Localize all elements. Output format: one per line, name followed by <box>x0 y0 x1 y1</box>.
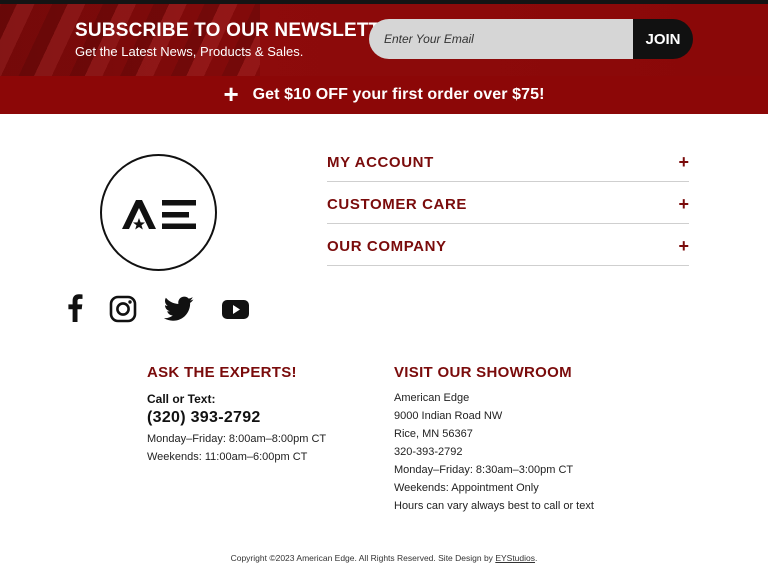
showroom-weekend-hours: Weekends: Appointment Only <box>394 482 539 494</box>
promo-bar[interactable]: + Get $10 OFF your first order over $75! <box>0 76 768 114</box>
accordion-label: MY ACCOUNT <box>327 154 434 171</box>
youtube-icon[interactable] <box>222 300 249 324</box>
copyright-text: Copyright ©2023 American Edge. All Right… <box>230 553 496 563</box>
showroom-city: Rice, MN 56367 <box>394 428 473 440</box>
plus-icon: + <box>678 236 689 256</box>
showroom-weekday-hours: Monday–Friday: 8:30am–3:00pm CT <box>394 464 574 476</box>
designer-link[interactable]: EYStudios <box>495 553 535 563</box>
newsletter-title: SUBSCRIBE TO OUR NEWSLETTER <box>75 20 408 41</box>
showroom-phone[interactable]: 320-393-2792 <box>394 446 463 458</box>
copyright-end: . <box>535 553 538 563</box>
copyright: Copyright ©2023 American Edge. All Right… <box>0 553 768 563</box>
plus-icon: + <box>223 79 239 109</box>
instagram-icon[interactable] <box>109 295 137 328</box>
newsletter-banner: SUBSCRIBE TO OUR NEWSLETTER Get the Late… <box>0 4 768 76</box>
newsletter-subtitle: Get the Latest News, Products & Sales. <box>75 44 304 59</box>
showroom-note: Hours can vary always best to call or te… <box>394 500 594 512</box>
experts-weekend-hours: Weekends: 11:00am–6:00pm CT <box>147 451 308 463</box>
experts-heading: ASK THE EXPERTS! <box>147 364 297 381</box>
experts-weekday-hours: Monday–Friday: 8:00am–8:00pm CT <box>147 433 327 445</box>
accordion-my-account[interactable]: MY ACCOUNT + <box>327 140 689 182</box>
accordion-our-company[interactable]: OUR COMPANY + <box>327 224 689 266</box>
accordion-label: OUR COMPANY <box>327 238 447 255</box>
accordion-label: CUSTOMER CARE <box>327 196 468 213</box>
footer-accordion: MY ACCOUNT + CUSTOMER CARE + OUR COMPANY… <box>327 140 689 266</box>
join-button[interactable]: JOIN <box>633 19 693 59</box>
phone-link[interactable]: (320) 393-2792 <box>147 409 261 427</box>
newsletter-form: JOIN <box>369 19 693 59</box>
twitter-icon[interactable] <box>163 296 194 327</box>
plus-icon: + <box>678 194 689 214</box>
showroom-name: American Edge <box>394 392 470 404</box>
promo-text: Get $10 OFF your first order over $75! <box>252 86 545 103</box>
showroom-street: 9000 Indian Road NW <box>394 410 503 422</box>
accordion-customer-care[interactable]: CUSTOMER CARE + <box>327 182 689 224</box>
email-input[interactable] <box>369 19 633 59</box>
plus-icon: + <box>678 152 689 172</box>
logo-mark-icon <box>122 200 196 230</box>
call-label: Call or Text: <box>147 392 216 406</box>
facebook-icon[interactable] <box>66 294 84 327</box>
showroom-heading: VISIT OUR SHOWROOM <box>394 364 572 381</box>
brand-logo[interactable] <box>100 154 217 271</box>
